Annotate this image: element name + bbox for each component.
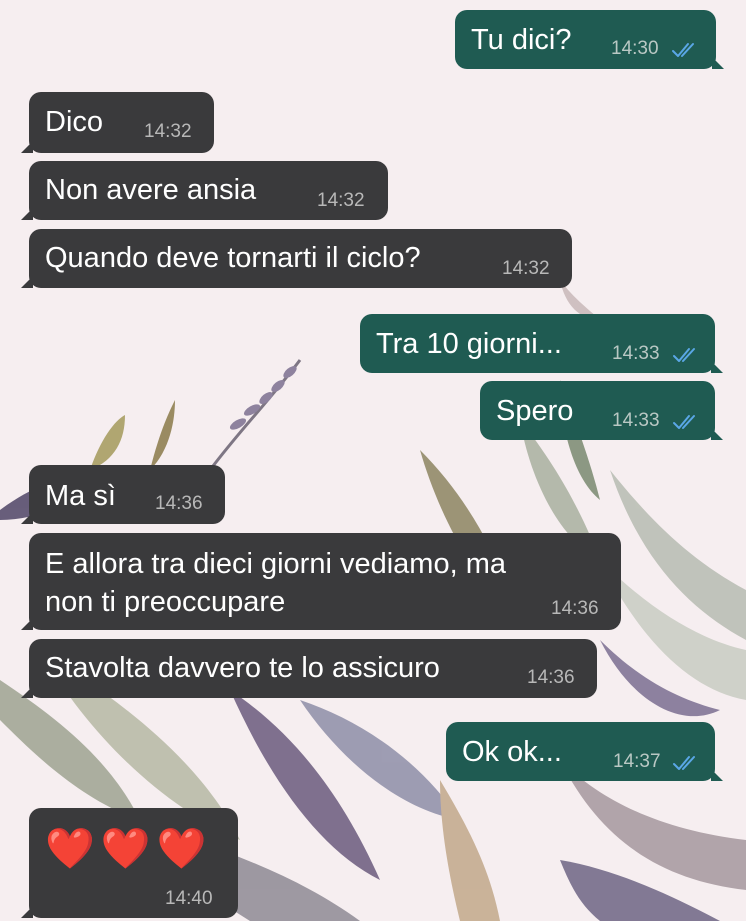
message-time: 14:30 [611,38,659,59]
message-bubble-outgoing[interactable]: Tra 10 giorni... 14:33 [360,314,723,373]
message-time: 14:36 [155,493,203,514]
message-bubble-incoming[interactable]: Ma sì 14:36 [21,465,225,524]
message-text: Spero [496,395,574,427]
message-time: 14:32 [317,190,365,211]
message-text: Quando deve tornarti il ciclo? [45,242,421,274]
message-text: Stavolta davvero te lo assicuro [45,652,440,684]
double-check-icon [673,415,695,429]
message-bubble-incoming[interactable]: ❤️❤️❤️ 14:40 [21,808,238,918]
double-check-icon [673,756,695,770]
message-bubble-incoming[interactable]: Non avere ansia 14:32 [21,161,388,220]
message-time: 14:33 [612,343,660,364]
message-bubble-outgoing[interactable]: Spero 14:33 [480,381,723,440]
message-time: 14:32 [144,121,192,142]
message-text: Tu dici? [471,24,572,56]
message-bubble-incoming[interactable]: Dico 14:32 [21,92,214,153]
message-bubble-outgoing[interactable]: Tu dici? 14:30 [455,10,724,69]
double-check-icon [673,348,695,362]
message-text: E allora tra dieci giorni vediamo, ma no… [45,548,506,618]
message-time: 14:40 [165,888,213,909]
message-bubble-outgoing[interactable]: Ok ok... 14:37 [446,722,723,781]
message-text: Non avere ansia [45,174,257,206]
message-text: Tra 10 giorni... [376,328,562,360]
message-text: Dico [45,106,104,138]
emoji-hearts: ❤️❤️❤️ [45,827,213,871]
message-text: Ok ok... [462,736,562,768]
double-check-icon [672,43,694,57]
message-bubble-incoming[interactable]: Quando deve tornarti il ciclo? 14:32 [21,229,572,288]
message-time: 14:33 [612,410,660,431]
message-time: 14:37 [613,751,661,772]
message-time: 14:36 [527,667,575,688]
message-time: 14:36 [551,598,599,619]
message-time: 14:32 [502,258,550,279]
message-bubble-incoming[interactable]: Stavolta davvero te lo assicuro 14:36 [21,639,597,698]
message-bubble-incoming[interactable]: E allora tra dieci giorni vediamo, ma no… [21,533,621,630]
message-text: Ma sì [45,480,116,512]
